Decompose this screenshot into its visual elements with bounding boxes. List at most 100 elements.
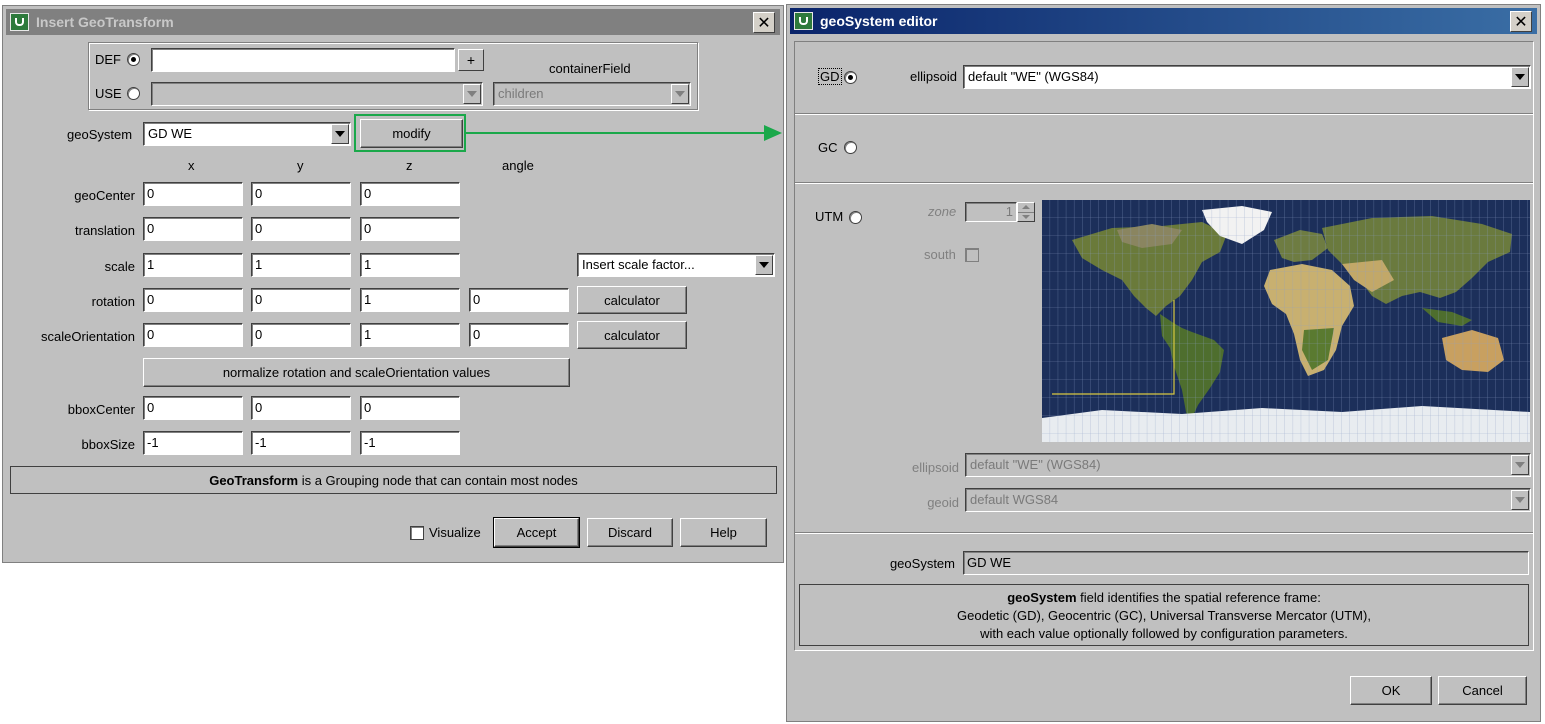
geosystem-info-line1: geoSystem field identifies the spatial r… xyxy=(800,589,1528,607)
scale-factor-value: Insert scale factor... xyxy=(582,257,695,272)
chevron-down-icon[interactable] xyxy=(755,255,773,275)
help-button[interactable]: Help xyxy=(680,518,767,547)
scaleorientation-angle-input[interactable]: 0 xyxy=(469,323,569,347)
geoid-label: geoid xyxy=(927,495,959,510)
geocenter-z-input[interactable]: 0 xyxy=(360,182,460,206)
row-label-bboxcenter: bboxCenter xyxy=(67,402,135,417)
bboxcenter-y-input[interactable]: 0 xyxy=(251,396,351,420)
close-icon[interactable]: ✕ xyxy=(1510,11,1532,32)
chevron-down-icon[interactable] xyxy=(1511,455,1529,475)
cancel-button[interactable]: Cancel xyxy=(1438,676,1527,705)
scaleorientation-calculator-button[interactable]: calculator xyxy=(577,321,687,349)
chevron-down-icon[interactable] xyxy=(331,124,349,144)
modify-button[interactable]: modify xyxy=(360,119,463,148)
geosystem-editor-dialog: geoSystem editor ✕ GD ellipsoid default … xyxy=(786,4,1541,722)
row-label-geocenter: geoCenter xyxy=(74,188,135,203)
geocenter-x-input[interactable]: 0 xyxy=(143,182,243,206)
translation-x-input[interactable]: 0 xyxy=(143,217,243,241)
bboxsize-x-input[interactable]: -1 xyxy=(143,431,243,455)
container-field-combo[interactable]: children xyxy=(493,82,691,106)
zone-spinner[interactable] xyxy=(1017,202,1035,222)
bboxcenter-x-input[interactable]: 0 xyxy=(143,396,243,420)
rotation-calculator-button[interactable]: calculator xyxy=(577,286,687,314)
rotation-y-input[interactable]: 0 xyxy=(251,288,351,312)
rotation-z-input[interactable]: 1 xyxy=(360,288,460,312)
accept-button[interactable]: Accept xyxy=(493,517,580,548)
geosystem-info-bold: geoSystem xyxy=(1007,590,1077,605)
bboxsize-y-input[interactable]: -1 xyxy=(251,431,351,455)
geosystem-value: GD WE xyxy=(148,126,193,141)
scaleorientation-y-input[interactable]: 0 xyxy=(251,323,351,347)
utm-ellipsoid-value: default "WE" (WGS84) xyxy=(970,457,1101,472)
chevron-down-icon[interactable] xyxy=(671,84,689,104)
use-label: USE xyxy=(95,86,122,101)
col-header-z: z xyxy=(406,158,413,173)
scale-y-input[interactable]: 1 xyxy=(251,253,351,277)
divider xyxy=(795,532,1533,534)
row-label-scaleorientation: scaleOrientation xyxy=(41,329,135,344)
def-radio[interactable] xyxy=(127,53,140,66)
geocenter-y-input[interactable]: 0 xyxy=(251,182,351,206)
use-combo[interactable] xyxy=(151,82,483,106)
gc-radio[interactable] xyxy=(844,141,857,154)
geoid-combo[interactable]: default WGS84 xyxy=(965,488,1531,512)
insert-dialog-titlebar[interactable]: Insert GeoTransform ✕ xyxy=(6,9,780,35)
geosystem-info-box: geoSystem field identifies the spatial r… xyxy=(799,584,1529,646)
col-header-y: y xyxy=(297,158,304,173)
map-utm-grid xyxy=(1042,200,1530,442)
scale-factor-combo[interactable]: Insert scale factor... xyxy=(577,253,775,277)
use-radio[interactable] xyxy=(127,87,140,100)
bboxcenter-z-input[interactable]: 0 xyxy=(360,396,460,420)
rotation-x-input[interactable]: 0 xyxy=(143,288,243,312)
geosystem-info-line2: Geodetic (GD), Geocentric (GC), Universa… xyxy=(957,608,1371,623)
def-add-button[interactable]: + xyxy=(458,49,484,71)
gd-label-text: GD xyxy=(818,68,842,85)
ellipsoid-combo[interactable]: default "WE" (WGS84) xyxy=(963,65,1531,89)
col-header-angle: angle xyxy=(502,158,534,173)
divider xyxy=(795,113,1533,115)
app-icon xyxy=(10,13,29,31)
utm-zone-world-map[interactable] xyxy=(1042,200,1530,442)
chevron-down-icon[interactable] xyxy=(1511,67,1529,87)
app-icon xyxy=(794,12,813,30)
translation-y-input[interactable]: 0 xyxy=(251,217,351,241)
ok-button[interactable]: OK xyxy=(1350,676,1432,705)
utm-ellipsoid-combo[interactable]: default "WE" (WGS84) xyxy=(965,453,1531,477)
scale-z-input[interactable]: 1 xyxy=(360,253,460,277)
gd-label: GD xyxy=(818,68,842,85)
col-header-x: x xyxy=(188,158,195,173)
zone-input[interactable]: 1 xyxy=(965,202,1017,222)
translation-z-input[interactable]: 0 xyxy=(360,217,460,241)
geosystem-result-label: geoSystem xyxy=(889,556,955,571)
ellipsoid-label: ellipsoid xyxy=(910,69,957,84)
row-label-bboxsize: bboxSize xyxy=(81,437,135,452)
normalize-button[interactable]: normalize rotation and scaleOrientation … xyxy=(143,358,570,387)
discard-button[interactable]: Discard xyxy=(587,518,673,547)
scaleorientation-x-input[interactable]: 0 xyxy=(143,323,243,347)
utm-label: UTM xyxy=(815,209,844,224)
geosystem-combo[interactable]: GD WE xyxy=(143,122,351,146)
gc-label: GC xyxy=(818,140,838,155)
scaleorientation-z-input[interactable]: 1 xyxy=(360,323,460,347)
geosystem-editor-titlebar[interactable]: geoSystem editor ✕ xyxy=(790,8,1537,34)
def-input[interactable] xyxy=(151,48,455,72)
chevron-down-icon[interactable] xyxy=(1511,490,1529,510)
utm-radio[interactable] xyxy=(849,211,862,224)
south-checkbox[interactable] xyxy=(965,248,979,262)
node-info-box: GeoTransform is a Grouping node that can… xyxy=(10,466,777,494)
scale-x-input[interactable]: 1 xyxy=(143,253,243,277)
row-label-translation: translation xyxy=(75,223,135,238)
visualize-checkbox[interactable] xyxy=(410,526,424,540)
divider xyxy=(795,182,1533,184)
chevron-down-icon[interactable] xyxy=(463,84,481,104)
ellipsoid-value: default "WE" (WGS84) xyxy=(968,69,1099,84)
bboxsize-z-input[interactable]: -1 xyxy=(360,431,460,455)
gd-radio[interactable] xyxy=(844,71,857,84)
node-info-text: is a Grouping node that can contain most… xyxy=(298,473,578,488)
south-label: south xyxy=(924,247,956,262)
close-icon[interactable]: ✕ xyxy=(753,12,775,33)
row-label-rotation: rotation xyxy=(91,294,135,309)
geosystem-editor-title: geoSystem editor xyxy=(820,13,938,29)
geosystem-label: geoSystem xyxy=(67,127,133,142)
rotation-angle-input[interactable]: 0 xyxy=(469,288,569,312)
